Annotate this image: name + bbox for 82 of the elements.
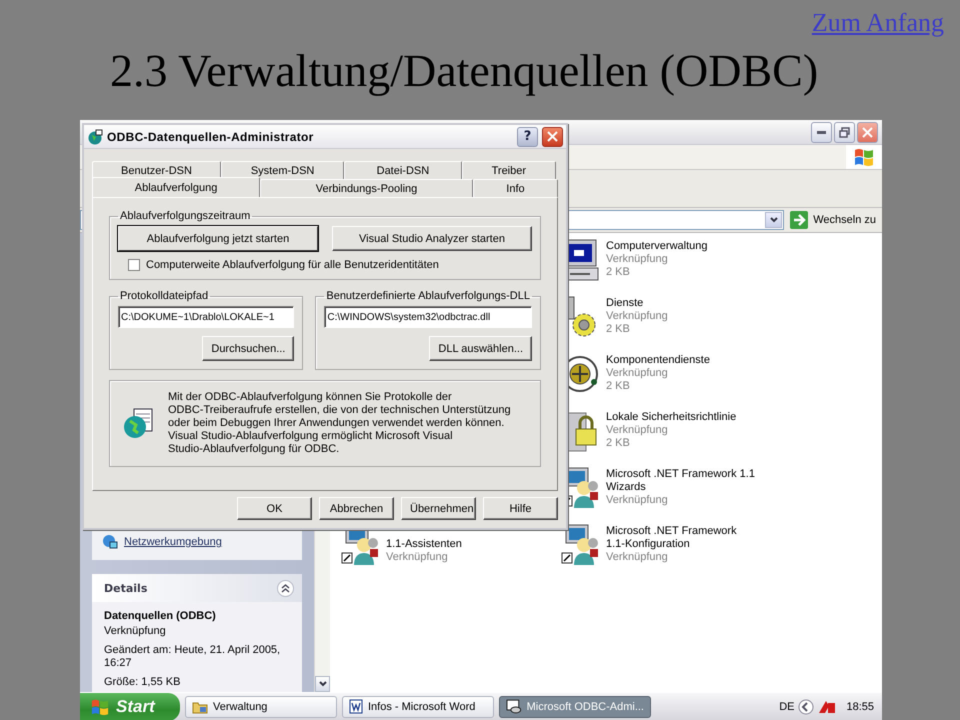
- tray-app-icon[interactable]: [818, 700, 836, 714]
- action-button[interactable]: Ablaufverfolgung jetzt starten: [118, 226, 318, 251]
- flag-logo-icon: [853, 147, 875, 167]
- file-name: Microsoft .NET Framework: [606, 525, 737, 538]
- network-icon: [102, 534, 118, 550]
- group-label: Protokolldateipfad: [119, 290, 210, 302]
- file-info: 2 KB: [606, 266, 631, 279]
- close-button[interactable]: [857, 122, 878, 142]
- file-info: Verknüpfung: [606, 310, 668, 323]
- file-name: Microsoft .NET Framework 1.1: [606, 468, 755, 481]
- browse-button[interactable]: DLL auswählen...: [429, 336, 532, 361]
- taskbar-button[interactable]: Verwaltung: [185, 696, 337, 718]
- minimize-button[interactable]: [811, 122, 832, 142]
- item-type: Verknüpfung: [104, 625, 167, 638]
- dialog-button[interactable]: OK: [237, 497, 312, 520]
- dialog-title: ODBC-Datenquellen-Administrator: [107, 130, 315, 144]
- document-icon: [349, 699, 363, 714]
- minimize-icon: [817, 130, 826, 134]
- chevron-up-icon: [281, 584, 290, 592]
- browse-button[interactable]: Durchsuchen...: [202, 336, 294, 361]
- action-button[interactable]: Visual Studio Analyzer starten: [332, 226, 532, 251]
- task-link[interactable]: Netzwerkumgebung: [102, 534, 292, 550]
- language-indicator[interactable]: DE: [779, 700, 794, 712]
- close-button[interactable]: [542, 126, 563, 146]
- tab[interactable]: Ablaufverfolgung: [92, 177, 260, 197]
- close-icon: [862, 126, 873, 138]
- go-button[interactable]: Wechseln zu: [788, 211, 878, 229]
- taskbar-button[interactable]: Infos - Microsoft Word: [342, 696, 494, 718]
- tab[interactable]: Info: [472, 179, 558, 197]
- info-text: Mit der ODBC-Ablaufverfolgung können Sie Protokolle der ODBC-Treiberaufrufe erstellen, die von der technischen Unterstützung oder beim Debuggen Ihrer Anwendungen verwendet werden können. Visual Studio-Ablaufverfolgung ermöglicht Microsoft Visual Studio-Ablaufverfolgung für ODBC.: [168, 391, 511, 456]
- tab[interactable]: Treiber: [462, 161, 556, 179]
- start-button[interactable]: Start: [80, 692, 180, 720]
- database-window-icon: [506, 699, 522, 714]
- file-info: Verknüpfung: [606, 424, 669, 437]
- modified-date: Geändert am: Heute, 21. April 2005, 16:27: [104, 644, 282, 670]
- taskbar-button[interactable]: Microsoft ODBC-Admi...: [499, 696, 651, 718]
- file-info: Verknüpfung: [606, 253, 669, 266]
- file-name: 1.1-Konfiguration: [606, 538, 691, 551]
- details-heading: Details: [104, 582, 148, 594]
- dialog-button[interactable]: Hilfe: [483, 497, 558, 520]
- dialog-button[interactable]: Übernehmen: [401, 497, 476, 520]
- file-size: Größe: 1,55 KB: [104, 676, 182, 689]
- file-info: Verknüpfung: [606, 494, 669, 507]
- help-button[interactable]: ?: [517, 126, 538, 146]
- file-info: Verknüpfung: [606, 551, 669, 564]
- file-info: 2 KB: [606, 323, 631, 336]
- chevron-down-icon: [318, 681, 326, 687]
- file-info: 2 KB: [606, 437, 631, 450]
- restore-icon: [839, 126, 850, 138]
- flag-logo-icon: [90, 698, 110, 716]
- scroll-down-button[interactable]: [315, 676, 330, 692]
- file-name: Computerverwaltung: [606, 240, 708, 253]
- tab[interactable]: Verbindungs-Pooling: [260, 179, 473, 197]
- file-info: Verknüpfung: [606, 367, 669, 380]
- group-label: Ablaufverfolgungszeitraum: [119, 210, 252, 222]
- checkbox[interactable]: [128, 259, 140, 271]
- file-info: Verknüpfung: [386, 551, 449, 564]
- folder-icon: [192, 700, 208, 714]
- restore-button[interactable]: [834, 122, 855, 142]
- tab[interactable]: System-DSN: [220, 161, 344, 179]
- dropdown-button[interactable]: [765, 212, 782, 228]
- checkbox-label: Computerweite Ablaufverfolgung für alle Benutzeridentitäten: [146, 259, 439, 271]
- close-icon: [547, 131, 558, 142]
- collapse-button[interactable]: [277, 580, 294, 596]
- dialog-button[interactable]: Abbrechen: [319, 497, 394, 520]
- chevron-down-icon: [770, 217, 778, 223]
- clock: 18:55: [846, 700, 874, 712]
- file-info: 2 KB: [606, 380, 631, 393]
- file-name: Lokale Sicherheitsrichtlinie: [606, 411, 736, 424]
- file-name: 1.1-Assistenten: [386, 538, 462, 551]
- path-field[interactable]: C:\DOKUME~1\Drablo\LOKALE~1: [118, 306, 294, 328]
- globe-icon: [87, 128, 103, 144]
- arrow-right-icon: [790, 211, 808, 229]
- chevron-left-icon[interactable]: [798, 698, 814, 714]
- tab[interactable]: Datei-DSN: [344, 161, 462, 179]
- group-label: Benutzerdefinierte Ablaufverfolgungs-DLL: [325, 290, 531, 302]
- slide-title: 2.3 Verwaltung/Datenquellen (ODBC): [110, 44, 818, 97]
- item-name: Datenquellen (ODBC): [104, 610, 217, 623]
- path-field[interactable]: C:\WINDOWS\system32\odbctrac.dll: [324, 306, 532, 328]
- file-name: Dienste: [606, 297, 644, 310]
- file-name: Wizards: [606, 481, 647, 494]
- file-name: Komponentendienste: [606, 354, 710, 367]
